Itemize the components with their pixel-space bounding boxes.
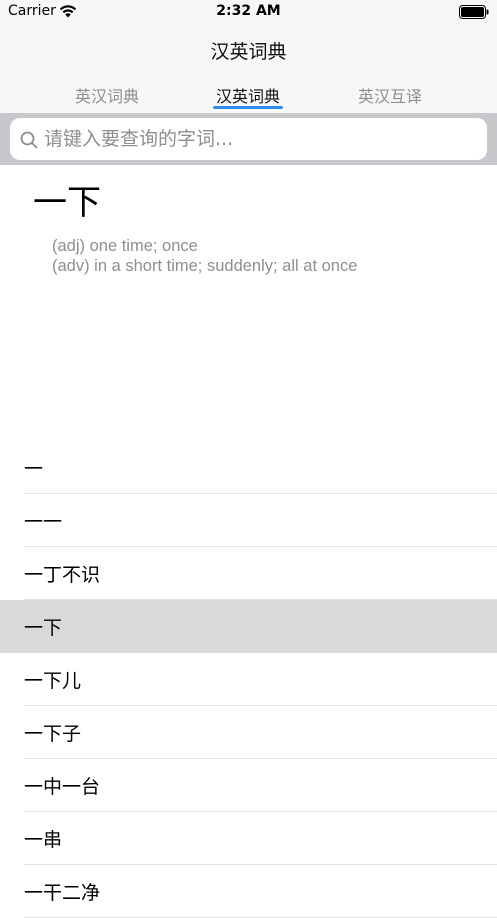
list-item-text: 一下儿 (24, 670, 82, 692)
word-detail: 一下 (adj) one time; once (adv) in a short… (0, 165, 497, 440)
active-tab-indicator (213, 106, 283, 109)
tab-label: 英汉词典 (74, 87, 139, 106)
search-field-container[interactable] (10, 118, 487, 160)
search-input[interactable] (44, 118, 474, 160)
list-item[interactable]: 一中一台 (24, 759, 497, 812)
list-item-text: 一干二净 (24, 882, 101, 904)
list-item[interactable]: 一串 (24, 812, 497, 865)
list-item[interactable]: 一下子 (24, 706, 497, 759)
list-item-text: 一中一台 (24, 776, 101, 798)
list-item-text: 一丁不识 (24, 564, 101, 586)
definition-adj: (adj) one time; once (52, 237, 198, 255)
list-item-text: 一一 (24, 511, 63, 533)
tab-label: 汉英词典 (215, 87, 280, 106)
word-list: 一 一一 一丁不识 一下 一下儿 一下子 一中一台 一串 一干二净 (0, 441, 497, 918)
status-bar: Carrier 2:32 AM (0, 0, 497, 26)
list-item[interactable]: 一干二净 (24, 865, 497, 918)
list-item-text: 一 (24, 458, 44, 480)
list-item-selected[interactable]: 一下 (0, 600, 497, 653)
battery-icon (459, 5, 489, 19)
list-item[interactable]: 一丁不识 (24, 547, 497, 600)
definition-adv: (adv) in a short time; suddenly; all at … (52, 257, 358, 275)
list-item[interactable]: 一下儿 (24, 653, 497, 706)
segmented-tabs: 英汉词典 汉英词典 英汉互译 (0, 81, 497, 113)
headword: 一下 (33, 183, 101, 223)
status-time: 2:32 AM (216, 3, 281, 19)
tab-english-chinese[interactable]: 英汉词典 (52, 83, 162, 107)
list-item-text: 一下子 (24, 723, 82, 745)
list-item[interactable]: 一一 (24, 494, 497, 547)
tab-chinese-english[interactable]: 汉英词典 (193, 83, 303, 109)
navigation-bar: 汉英词典 英汉词典 汉英词典 英汉互译 (0, 26, 497, 113)
tab-translate[interactable]: 英汉互译 (335, 83, 445, 107)
list-item[interactable]: 一 (24, 441, 497, 494)
tab-label: 英汉互译 (357, 87, 422, 106)
definition-list: (adj) one time; once (adv) in a short ti… (52, 236, 357, 276)
search-bar (0, 113, 497, 165)
page-title: 汉英词典 (210, 41, 287, 63)
list-item-text: 一串 (24, 829, 63, 851)
list-item-text: 一下 (24, 617, 63, 639)
search-icon (20, 131, 38, 149)
